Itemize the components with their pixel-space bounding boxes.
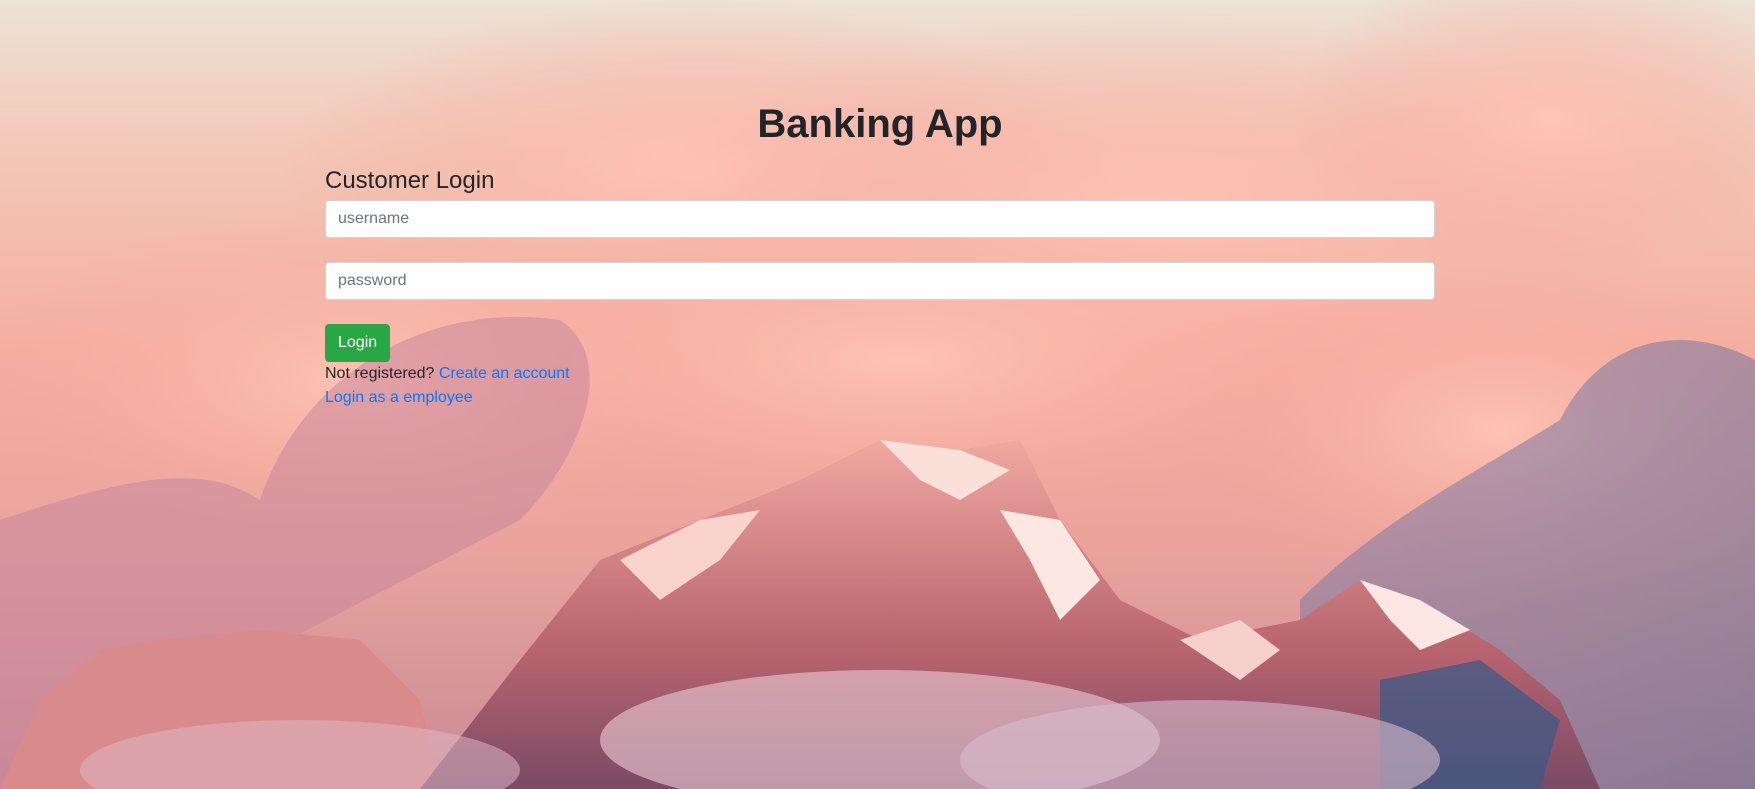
create-account-link[interactable]: Create an account	[439, 365, 570, 382]
register-prompt: Not registered? Create an account	[325, 362, 1435, 386]
page-title: Banking App	[757, 102, 1003, 146]
username-input[interactable]	[325, 200, 1435, 238]
login-button[interactable]: Login	[325, 324, 391, 362]
employee-login-link[interactable]: Login as a employee	[325, 389, 473, 406]
employee-login-row: Login as a employee	[325, 386, 1435, 410]
not-registered-text: Not registered?	[325, 365, 435, 382]
login-container: Banking App Customer Login Login Not reg…	[325, 96, 1435, 410]
password-input[interactable]	[325, 262, 1435, 300]
login-heading: Customer Login	[325, 167, 495, 194]
